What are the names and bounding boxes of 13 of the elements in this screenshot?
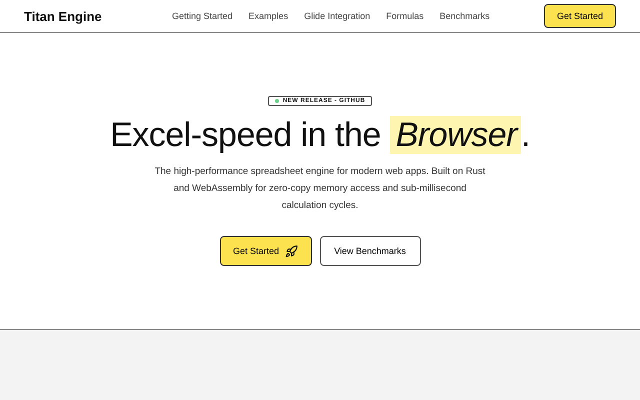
- nav-link[interactable]: Getting Started: [172, 11, 233, 21]
- nav-link[interactable]: Glide Integration: [304, 11, 370, 21]
- status-dot-icon: [274, 99, 279, 103]
- description: The high-performance spreadsheet engine for modern web apps. Built on Rust and WebAssembly for zero-copy memory access and sub-millisecond calculation cycles.: [154, 165, 486, 213]
- get-started-button[interactable]: Get Started: [220, 236, 312, 266]
- nav-link[interactable]: Benchmarks: [440, 11, 490, 21]
- get-started-button[interactable]: Get Started: [544, 4, 616, 28]
- rocket-icon: [285, 244, 298, 258]
- headline: Excel-speed in the Browser.: [110, 116, 530, 155]
- nav-link[interactable]: Examples: [248, 11, 288, 21]
- view-benchmarks-button[interactable]: View Benchmarks: [320, 236, 420, 266]
- brand-name[interactable]: Titan Engine: [24, 8, 172, 24]
- nav-link[interactable]: Formulas: [386, 11, 424, 21]
